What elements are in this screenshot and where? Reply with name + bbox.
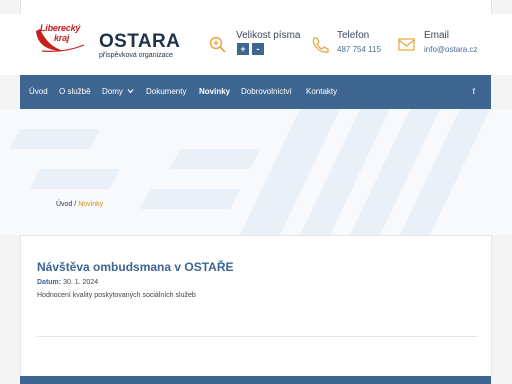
brand-subtitle: příspěvková organizace: [99, 52, 173, 59]
magnifier-icon: [209, 36, 226, 53]
region-logo-text: Liberecký kraj: [40, 23, 80, 43]
article-title[interactable]: Návštěva ombudsmana v OSTAŘE: [37, 260, 234, 274]
envelope-icon: [398, 38, 415, 51]
hero-pattern: [10, 109, 490, 235]
footer-bar: [20, 376, 491, 384]
font-increase-button[interactable]: +: [237, 43, 249, 55]
font-size-label: Velikost písma: [236, 30, 301, 41]
phone-icon: [312, 37, 329, 53]
nav-item-uvod[interactable]: Úvod: [29, 75, 48, 109]
nav-item-domy[interactable]: Domy: [102, 75, 134, 109]
email-label: Email: [424, 30, 450, 41]
ostara-logo[interactable]: OSTARA příspěvková organizace: [99, 32, 180, 60]
font-decrease-button[interactable]: -: [252, 43, 264, 55]
facebook-icon[interactable]: f: [472, 75, 475, 109]
brand-name: OSTARA: [99, 31, 181, 52]
phone-number-link[interactable]: 487 754 115: [337, 45, 381, 54]
nav-item-dokumenty[interactable]: Dokumenty: [146, 75, 186, 109]
main-navigation: Úvod O službě Domy Dokumenty Novinky Dob…: [20, 75, 491, 109]
article-card: Návštěva ombudsmana v OSTAŘE Datum: 30. …: [20, 235, 492, 377]
nav-item-o-sluzbe[interactable]: O službě: [59, 75, 91, 109]
article-date-label: Datum:: [37, 279, 62, 286]
nav-item-domy-label: Domy: [102, 87, 123, 96]
phone-label: Telefon: [337, 30, 370, 41]
region-logo-line1: Liberecký: [40, 23, 81, 33]
breadcrumb-current: Novinky: [78, 201, 104, 208]
article-date-value: 30. 1. 2024: [63, 279, 99, 286]
top-card: [20, 0, 492, 15]
breadcrumb-separator: /: [74, 201, 77, 208]
region-logo-line2: kraj: [54, 33, 70, 43]
nav-item-novinky[interactable]: Novinky: [199, 75, 230, 109]
email-link[interactable]: info@ostara.cz: [424, 45, 477, 54]
liberecky-kraj-logo[interactable]: Liberecký kraj: [34, 21, 86, 55]
nav-item-kontakty[interactable]: Kontakty: [306, 75, 337, 109]
article-date: Datum: 30. 1. 2024: [37, 279, 98, 286]
nav-item-dobrovolnictvi[interactable]: Dobrovolnictví: [241, 75, 292, 109]
breadcrumb: Úvod / Novinky: [56, 201, 103, 208]
divider: [37, 336, 477, 337]
hero-banner: [0, 109, 512, 235]
breadcrumb-home-link[interactable]: Úvod: [56, 201, 72, 208]
article-perex: Hodnocení kvality poskytovaných sociální…: [37, 292, 196, 299]
chevron-down-icon: [127, 89, 134, 94]
